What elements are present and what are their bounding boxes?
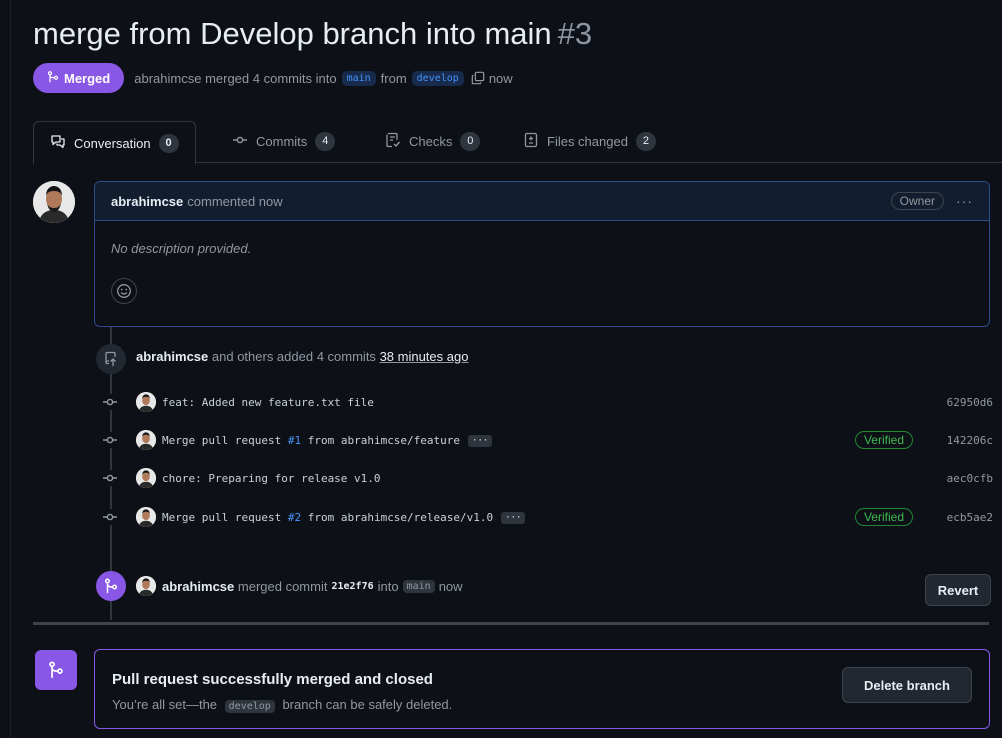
pr-link[interactable]: #2 — [288, 511, 301, 524]
merge-status-title: Pull request successfully merged and clo… — [112, 671, 433, 688]
owner-badge: Owner — [890, 192, 944, 210]
avatar[interactable] — [136, 576, 156, 596]
meta-time: now — [488, 70, 513, 86]
tab-conversation-label: Conversation — [74, 135, 151, 151]
merged-state-badge: Merged — [33, 63, 125, 93]
merge-event-text: abrahimcse merged commit 21e2f76 into ma… — [136, 576, 463, 596]
expand-message-button[interactable]: ··· — [501, 511, 526, 524]
git-merge-icon — [96, 571, 126, 601]
tab-commits-label: Commits — [256, 134, 308, 149]
commit-sha[interactable]: aec0cfb — [947, 472, 993, 485]
pr-link[interactable]: #1 — [288, 434, 301, 447]
delete-branch-button[interactable]: Delete branch — [842, 667, 972, 703]
commits-author[interactable]: abrahimcse — [136, 349, 208, 364]
tab-checks-count: 0 — [460, 132, 481, 151]
revert-button[interactable]: Revert — [925, 574, 991, 606]
checklist-icon — [385, 132, 401, 151]
merge-into-text: into — [377, 578, 399, 594]
commit-sha[interactable]: 142206c — [947, 434, 993, 447]
merge-icon — [47, 70, 59, 86]
avatar[interactable] — [136, 507, 156, 527]
commit-message[interactable]: feat: Added new feature.txt file — [162, 396, 374, 409]
tab-files-label: Files changed — [547, 134, 628, 149]
tab-commits-count: 4 — [315, 132, 336, 151]
avatar[interactable] — [136, 468, 156, 488]
file-diff-icon — [523, 132, 539, 151]
commits-event-time[interactable]: 38 minutes ago — [380, 349, 469, 364]
commits-event-text: abrahimcse and others added 4 commits 38… — [136, 349, 468, 364]
merge-status-subtitle: You’re all set—the develop branch can be… — [112, 697, 453, 713]
avatar[interactable] — [33, 181, 75, 223]
add-reaction-button[interactable] — [111, 278, 137, 304]
tab-files-changed[interactable]: Files changed 2 — [523, 121, 656, 162]
head-branch-tag[interactable]: develop — [411, 70, 464, 86]
deletable-branch-tag[interactable]: develop — [224, 700, 275, 713]
commit-sha[interactable]: 62950d6 — [947, 396, 993, 409]
left-edge — [0, 0, 11, 738]
expand-message-button[interactable]: ··· — [468, 434, 493, 447]
pr-meta: Merged abrahimcse merged 4 commits into … — [33, 62, 513, 94]
commit-message-end: from abrahimcse/feature — [307, 433, 461, 447]
verified-badge[interactable]: Verified — [854, 431, 913, 449]
merge-event-time: now — [438, 578, 463, 594]
commit-row: chore: Preparing for release v1.0 aec0cf… — [98, 465, 993, 491]
tab-checks-label: Checks — [409, 134, 453, 149]
comment-body: No description provided. — [111, 241, 252, 256]
avatar[interactable] — [136, 430, 156, 450]
verified-badge[interactable]: Verified — [854, 508, 913, 526]
commit-message-end: from abrahimcse/release/v1.0 — [307, 510, 494, 524]
comment-author[interactable]: abrahimcse — [111, 194, 183, 209]
commit-icon — [98, 394, 122, 410]
commit-message[interactable]: Merge pull request #1 from abrahimcse/fe… — [162, 433, 493, 447]
merge-status-sub-start: You’re all set—the — [112, 697, 218, 712]
merge-author[interactable]: abrahimcse — [162, 579, 234, 594]
pr-number: #3 — [557, 16, 593, 51]
commit-row: feat: Added new feature.txt file 62950d6 — [98, 389, 993, 415]
merge-event-desc: merged commit — [237, 578, 328, 594]
merge-status-box: Pull request successfully merged and clo… — [94, 649, 990, 729]
commit-message[interactable]: Merge pull request #2 from abrahimcse/re… — [162, 510, 526, 524]
timeline-divider — [33, 622, 989, 625]
commit-row: Merge pull request #2 from abrahimcse/re… — [98, 504, 993, 530]
state-label: Merged — [64, 70, 111, 86]
smiley-icon — [116, 283, 132, 299]
tab-files-count: 2 — [635, 132, 656, 151]
conversation-icon — [50, 134, 66, 153]
commit-icon — [98, 470, 122, 486]
meta-from-text: from — [380, 70, 407, 86]
merge-target-branch[interactable]: main — [402, 579, 435, 593]
avatar[interactable] — [136, 392, 156, 412]
base-branch-tag[interactable]: main — [341, 70, 376, 86]
pr-tabs: Conversation 0 Commits 4 Checks 0 Files … — [33, 121, 1002, 165]
meta-merged-text: merged 4 commits into — [205, 70, 337, 86]
commit-message-start: Merge pull request — [162, 510, 282, 524]
tab-conversation[interactable]: Conversation 0 — [33, 121, 196, 165]
comment-action: commented now — [187, 193, 283, 209]
comment-menu-icon[interactable]: ··· — [956, 193, 973, 209]
pr-title: merge from Develop branch into main #3 — [33, 14, 592, 54]
copy-icon[interactable] — [471, 71, 485, 85]
tab-commits[interactable]: Commits 4 — [232, 121, 336, 162]
commit-icon — [232, 132, 248, 151]
git-merge-icon — [35, 650, 77, 690]
pr-title-text: merge from Develop branch into main — [33, 16, 552, 51]
merge-commit-sha[interactable]: 21e2f76 — [331, 581, 373, 592]
commit-row: Merge pull request #1 from abrahimcse/fe… — [98, 427, 993, 453]
commit-message-start: Merge pull request — [162, 433, 282, 447]
tab-checks[interactable]: Checks 0 — [385, 121, 481, 162]
commit-message[interactable]: chore: Preparing for release v1.0 — [162, 472, 381, 485]
repo-push-icon — [96, 344, 126, 374]
meta-author-link[interactable]: abrahimcse — [134, 71, 201, 86]
commit-icon — [98, 509, 122, 525]
comment-card: abrahimcse commented now Owner ··· No de… — [94, 181, 990, 327]
commit-icon — [98, 432, 122, 448]
comment-header: abrahimcse commented now Owner ··· — [95, 182, 989, 221]
commits-event-desc: and others added 4 commits — [211, 349, 376, 364]
tab-conversation-count: 0 — [158, 133, 179, 153]
merge-status-sub-end: branch can be safely deleted. — [282, 697, 453, 712]
commit-sha[interactable]: ecb5ae2 — [947, 511, 993, 524]
